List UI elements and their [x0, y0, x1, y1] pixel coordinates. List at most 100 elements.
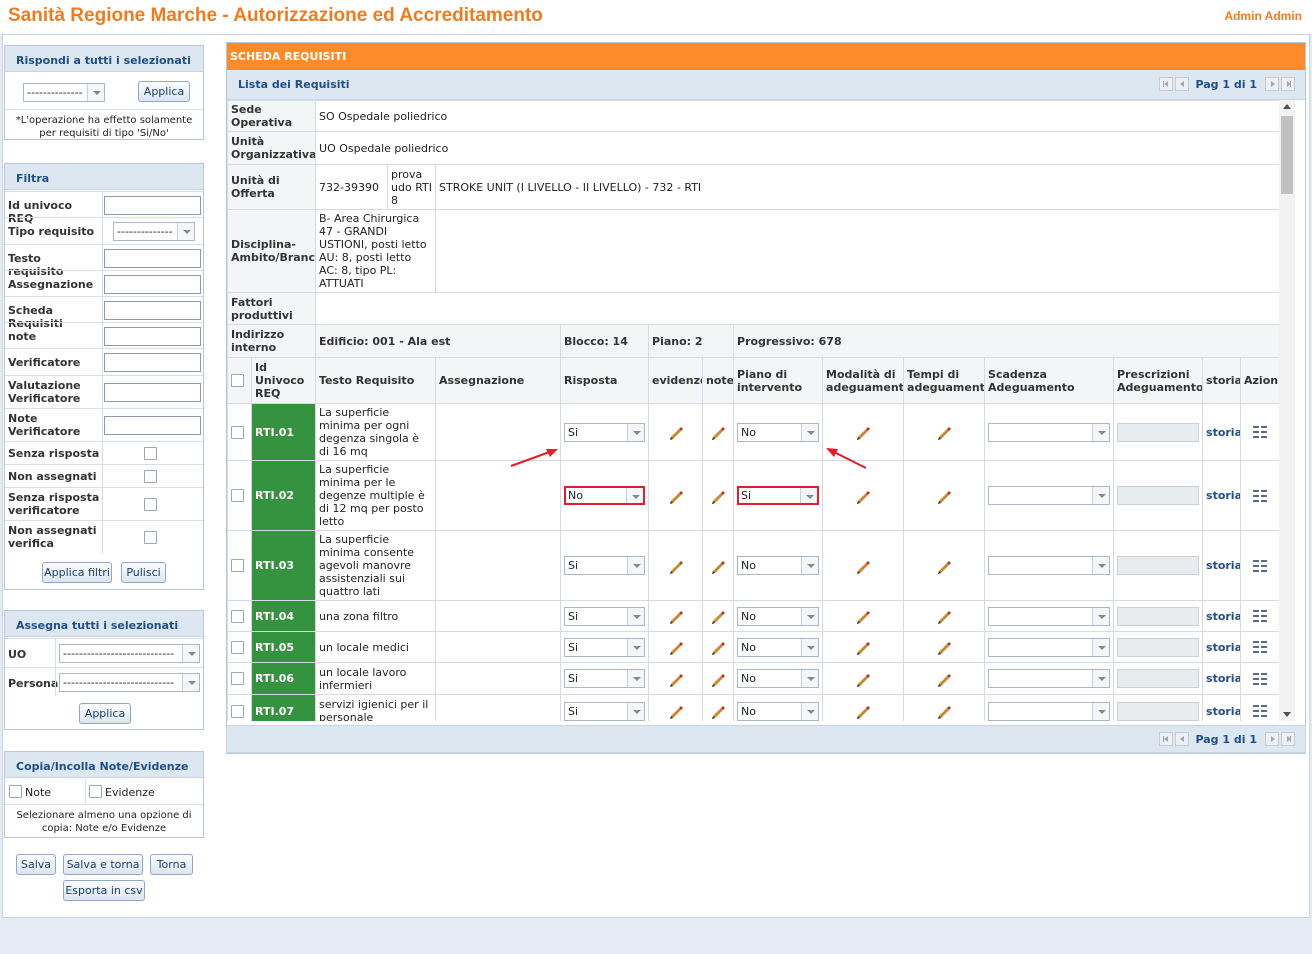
- filter-input[interactable]: [104, 301, 201, 320]
- edit-modalita-pencil-icon[interactable]: [826, 671, 900, 687]
- edit-note-pencil-icon[interactable]: [706, 703, 730, 719]
- filter-input[interactable]: [104, 383, 201, 402]
- storia-link[interactable]: storia: [1206, 641, 1240, 654]
- save-button[interactable]: Salva: [16, 854, 56, 875]
- edit-tempi-pencil-icon[interactable]: [907, 488, 981, 504]
- piano-select[interactable]: No: [737, 701, 820, 721]
- filter-input[interactable]: [104, 353, 201, 372]
- scroll-up-icon[interactable]: [1283, 104, 1291, 109]
- edit-modalita-pencil-icon[interactable]: [826, 703, 900, 719]
- piano-select[interactable]: No: [737, 637, 820, 657]
- next-page-icon[interactable]: [1265, 77, 1279, 91]
- edit-modalita-pencil-icon[interactable]: [826, 424, 900, 440]
- scadenza-select[interactable]: [988, 422, 1111, 442]
- filter-input[interactable]: [104, 327, 201, 346]
- filter-checkbox[interactable]: [144, 498, 157, 511]
- scroll-down-icon[interactable]: [1283, 712, 1291, 717]
- col-note[interactable]: note: [702, 357, 735, 404]
- select-all-checkbox[interactable]: [231, 374, 244, 387]
- table-row[interactable]: RTI.05 un locale medici Si No storia: [227, 631, 1279, 663]
- col-id[interactable]: Id Univoco REQ: [250, 357, 317, 404]
- filter-checkbox[interactable]: [144, 470, 157, 483]
- assegna-apply-button[interactable]: Applica: [79, 703, 131, 724]
- edit-tempi-pencil-icon[interactable]: [907, 639, 981, 655]
- edit-modalita-pencil-icon[interactable]: [826, 639, 900, 655]
- rispondi-select[interactable]: --------------: [23, 83, 105, 102]
- piano-select[interactable]: No: [737, 669, 820, 688]
- prev-page-icon[interactable]: [1175, 732, 1190, 746]
- risposta-select[interactable]: Si: [564, 556, 646, 575]
- table-row[interactable]: RTI.07 servizi igienici per il personale S…: [227, 694, 1279, 721]
- last-page-icon[interactable]: [1281, 77, 1295, 91]
- azioni-menu-icon[interactable]: [1253, 426, 1268, 438]
- last-page-icon[interactable]: [1281, 732, 1295, 746]
- edit-note-pencil-icon[interactable]: [706, 671, 730, 687]
- uo-select[interactable]: ----------------------------: [59, 644, 200, 663]
- row-checkbox[interactable]: [231, 489, 244, 502]
- storia-link[interactable]: storia: [1206, 705, 1240, 718]
- row-checkbox[interactable]: [231, 559, 244, 572]
- col-prescrizioni[interactable]: Prescrizioni Adeguamento: [1113, 357, 1204, 404]
- rispondi-apply-button[interactable]: Applica: [138, 81, 190, 102]
- azioni-menu-icon[interactable]: [1253, 489, 1268, 502]
- col-azioni[interactable]: Azioni: [1240, 357, 1279, 404]
- risposta-select[interactable]: Si: [564, 669, 646, 688]
- edit-tempi-pencil-icon[interactable]: [907, 608, 981, 624]
- edit-evidenze-pencil-icon[interactable]: [652, 671, 699, 687]
- row-checkbox[interactable]: [231, 640, 244, 654]
- piano-select[interactable]: No: [737, 556, 820, 575]
- table-row[interactable]: RTI.06 un locale lavoro infermieri Si No sto…: [227, 662, 1279, 695]
- col-scadenza[interactable]: Scadenza Adeguamento: [984, 357, 1115, 404]
- user-name[interactable]: Admin Admin: [1224, 9, 1302, 23]
- return-button[interactable]: Torna: [150, 854, 193, 875]
- col-evidenze[interactable]: evidenze: [648, 357, 704, 404]
- edit-evidenze-pencil-icon[interactable]: [652, 608, 699, 624]
- scadenza-select[interactable]: [988, 556, 1111, 575]
- edit-note-pencil-icon[interactable]: [706, 424, 730, 440]
- piano-select[interactable]: No: [737, 606, 820, 626]
- row-checkbox[interactable]: [231, 672, 244, 685]
- col-risposta[interactable]: Risposta: [560, 357, 650, 404]
- filter-input[interactable]: [104, 196, 201, 215]
- azioni-menu-icon[interactable]: [1253, 705, 1268, 717]
- edit-tempi-pencil-icon[interactable]: [907, 424, 981, 440]
- row-checkbox[interactable]: [231, 704, 244, 718]
- edit-evidenze-pencil-icon[interactable]: [652, 639, 699, 655]
- scadenza-select[interactable]: [988, 606, 1111, 626]
- col-assegnazione[interactable]: Assegnazione: [435, 357, 562, 404]
- azioni-menu-icon[interactable]: [1253, 641, 1268, 653]
- storia-link[interactable]: storia: [1206, 672, 1240, 685]
- scadenza-select[interactable]: [988, 486, 1111, 505]
- edit-evidenze-pencil-icon[interactable]: [652, 488, 699, 504]
- edit-modalita-pencil-icon[interactable]: [826, 558, 900, 574]
- edit-note-pencil-icon[interactable]: [706, 608, 730, 624]
- edit-evidenze-pencil-icon[interactable]: [652, 558, 699, 574]
- azioni-menu-icon[interactable]: [1253, 610, 1268, 622]
- filter-input[interactable]: [104, 275, 201, 294]
- edit-tempi-pencil-icon[interactable]: [907, 558, 981, 574]
- scadenza-select[interactable]: [988, 637, 1111, 657]
- prev-page-icon[interactable]: [1175, 77, 1190, 91]
- scrollbar-thumb[interactable]: [1281, 116, 1293, 194]
- filter-checkbox[interactable]: [144, 447, 157, 460]
- col-tempi[interactable]: Tempi di adeguamento: [903, 357, 986, 404]
- edit-note-pencil-icon[interactable]: [706, 558, 730, 574]
- storia-link[interactable]: storia: [1206, 610, 1240, 623]
- col-piano[interactable]: Piano di intervento: [733, 357, 824, 404]
- storia-link[interactable]: storia: [1206, 489, 1240, 502]
- risposta-select[interactable]: Si: [564, 422, 646, 442]
- save-and-return-button[interactable]: Salva e torna: [63, 854, 143, 875]
- col-testo[interactable]: Testo Requisito: [315, 357, 437, 404]
- edit-note-pencil-icon[interactable]: [706, 488, 730, 504]
- first-page-icon[interactable]: [1159, 732, 1174, 746]
- edit-note-pencil-icon[interactable]: [706, 639, 730, 655]
- filter-checkbox[interactable]: [144, 531, 157, 544]
- table-row[interactable]: RTI.02 La superficie minima per le degenz…: [227, 460, 1279, 531]
- export-csv-button[interactable]: Esporta in csv: [63, 880, 145, 901]
- piano-select[interactable]: No: [737, 422, 820, 442]
- col-storia[interactable]: storia: [1202, 357, 1242, 404]
- storia-link[interactable]: storia: [1206, 559, 1240, 572]
- risposta-select[interactable]: No: [564, 486, 646, 505]
- storia-link[interactable]: storia: [1206, 426, 1240, 439]
- table-row[interactable]: RTI.01 La superficie minima per ogni dege…: [227, 403, 1279, 461]
